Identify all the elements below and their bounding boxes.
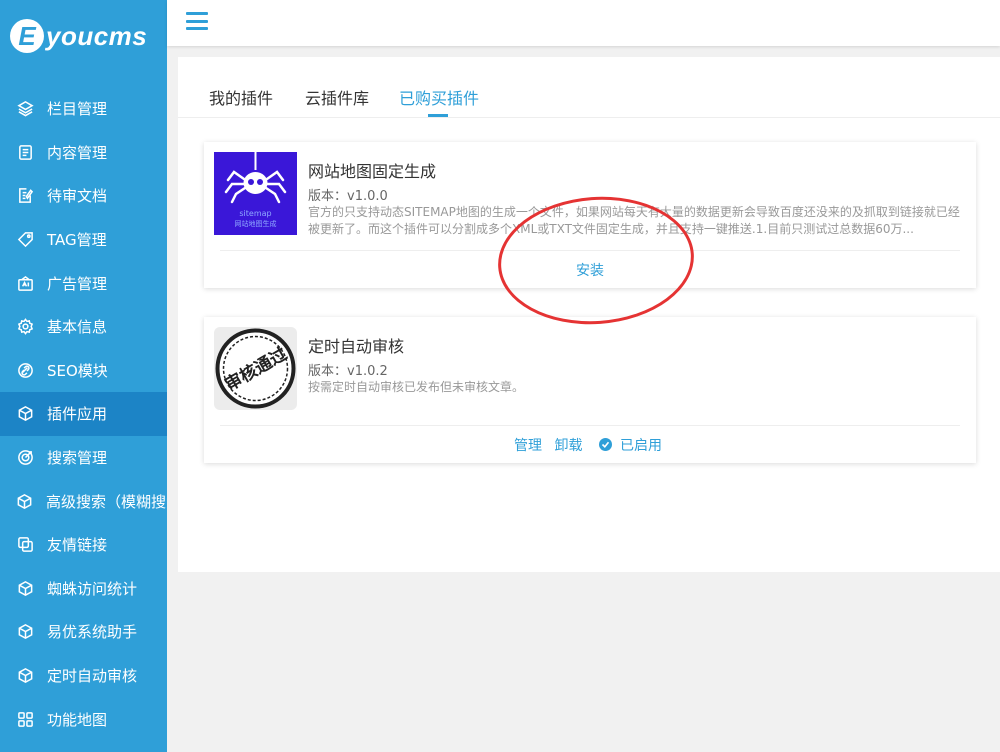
top-bar xyxy=(167,0,1000,46)
install-button[interactable]: 安装 xyxy=(576,263,604,279)
tab-cloud-plugins[interactable]: 云插件库 xyxy=(305,85,369,109)
plugin-description: 按需定时自动审核已发布但未审核文章。 xyxy=(308,380,525,394)
edit-document-icon xyxy=(16,187,34,205)
sidebar-item-search[interactable]: 搜索管理 xyxy=(0,436,167,480)
sitemap-plugin-image: sitemap 网站地图生成 xyxy=(214,152,297,235)
logo-text: youcms xyxy=(46,20,148,51)
sidebar-item-tag[interactable]: TAG管理 xyxy=(0,218,167,262)
logo-mark: E xyxy=(10,19,44,53)
sidebar-item-column[interactable]: 栏目管理 xyxy=(0,87,167,131)
sidebar-item-pending[interactable]: 待审文档 xyxy=(0,174,167,218)
link-icon xyxy=(16,361,34,379)
plugin-actions: 安装 xyxy=(204,260,976,280)
plugin-card: 审核通过 定时自动审核 版本：v1.0.2 按需定时自动审核已发布但未审核文章。… xyxy=(204,317,976,463)
plugin-actions: 管理 卸载 已启用 xyxy=(204,435,976,455)
sidebar-item-label: SEO模块 xyxy=(47,361,108,380)
sidebar-item-label: 插件应用 xyxy=(47,405,108,424)
cube-icon xyxy=(16,492,33,510)
gear-icon xyxy=(16,318,34,336)
sidebar-item-label: 高级搜索（模糊搜索） xyxy=(46,492,167,511)
sidebar-item-ad[interactable]: 广告管理 xyxy=(0,261,167,305)
sidebar-item-label: 功能地图 xyxy=(47,710,108,729)
check-circle-icon xyxy=(598,438,612,451)
plugin-card: sitemap 网站地图生成 网站地图固定生成 版本：v1.0.0 官方的只支持… xyxy=(204,142,976,288)
active-tab-indicator xyxy=(428,114,448,117)
sidebar: E youcms 栏目管理 内容管理 待审文档 TAG管理 广告管理 基本信息 xyxy=(0,0,167,752)
sidebar-item-label: 定时自动审核 xyxy=(47,667,138,686)
sidebar-item-label: 栏目管理 xyxy=(47,100,108,119)
plugin-title: 网站地图固定生成 xyxy=(308,162,437,181)
tab-my-plugins[interactable]: 我的插件 xyxy=(209,85,273,109)
sitemap-image-caption: sitemap xyxy=(239,209,271,218)
review-plugin-image: 审核通过 xyxy=(214,327,297,410)
tag-icon xyxy=(16,231,34,249)
cube-icon xyxy=(16,579,34,597)
sidebar-item-function-map[interactable]: 功能地图 xyxy=(0,697,167,741)
cube-icon xyxy=(16,623,34,641)
plugin-description: 官方的只支持动态SITEMAP地图的生成一个文件，如果网站每天有大量的数据更新会… xyxy=(308,205,960,236)
cube-icon xyxy=(16,667,34,685)
sidebar-nav: 栏目管理 内容管理 待审文档 TAG管理 广告管理 基本信息 SEO模块 插件应… xyxy=(0,87,167,741)
review-stamp-icon: 审核通过 xyxy=(215,328,296,409)
sidebar-item-content[interactable]: 内容管理 xyxy=(0,131,167,175)
enabled-status: 已启用 xyxy=(595,438,666,454)
ad-icon xyxy=(16,274,34,292)
sidebar-item-system-assistant[interactable]: 易优系统助手 xyxy=(0,610,167,654)
sidebar-item-label: 易优系统助手 xyxy=(47,623,138,642)
logo[interactable]: E youcms xyxy=(10,16,147,56)
target-icon xyxy=(16,449,34,467)
sidebar-item-friend-links[interactable]: 友情链接 xyxy=(0,523,167,567)
sidebar-item-auto-review[interactable]: 定时自动审核 xyxy=(0,654,167,698)
sidebar-item-basic-info[interactable]: 基本信息 xyxy=(0,305,167,349)
layers-icon xyxy=(16,100,34,118)
sidebar-item-label: 广告管理 xyxy=(47,274,108,293)
plugin-tabs: 我的插件 云插件库 已购买插件 xyxy=(178,57,1000,118)
sidebar-item-advanced-search[interactable]: 高级搜索（模糊搜索） xyxy=(0,479,167,523)
sidebar-item-label: TAG管理 xyxy=(47,231,107,250)
sidebar-item-plugins[interactable]: 插件应用 xyxy=(0,392,167,436)
sidebar-item-label: 内容管理 xyxy=(47,143,108,162)
sidebar-item-label: 基本信息 xyxy=(47,318,108,337)
sidebar-item-label: 待审文档 xyxy=(47,187,108,206)
sidebar-item-label: 友情链接 xyxy=(47,536,108,555)
uninstall-button[interactable]: 卸载 xyxy=(555,438,583,454)
manage-button[interactable]: 管理 xyxy=(514,438,542,454)
spider-icon: sitemap 网站地图生成 xyxy=(224,152,287,228)
plugin-title: 定时自动审核 xyxy=(308,337,405,356)
sidebar-item-seo[interactable]: SEO模块 xyxy=(0,349,167,393)
main-panel: 我的插件 云插件库 已购买插件 sitemap 网站地图生成 网站地图固定生成 … xyxy=(178,57,1000,572)
sidebar-item-label: 搜索管理 xyxy=(47,449,108,468)
sidebar-item-label: 蜘蛛访问统计 xyxy=(47,579,138,598)
plugin-version: 版本：v1.0.0 xyxy=(308,189,388,204)
tab-purchased-plugins[interactable]: 已购买插件 xyxy=(399,85,479,109)
document-icon xyxy=(16,143,34,161)
menu-toggle-icon[interactable] xyxy=(186,12,208,30)
plugin-version: 版本：v1.0.2 xyxy=(308,364,388,379)
card-divider xyxy=(220,250,960,251)
cube-icon xyxy=(16,405,34,423)
enabled-label: 已启用 xyxy=(619,438,662,454)
sidebar-item-spider-stats[interactable]: 蜘蛛访问统计 xyxy=(0,567,167,611)
grid-icon xyxy=(16,710,34,728)
sitemap-image-subcaption: 网站地图生成 xyxy=(235,219,277,228)
copy-icon xyxy=(16,536,34,554)
card-divider xyxy=(220,425,960,426)
